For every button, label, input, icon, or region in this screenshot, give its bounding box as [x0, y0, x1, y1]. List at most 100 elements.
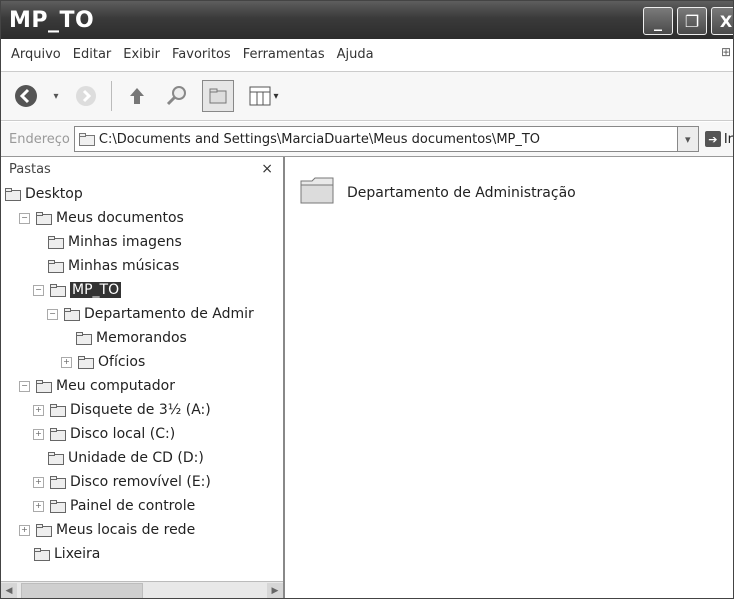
chevron-right-icon: ▶ [271, 586, 279, 596]
close-pane-icon[interactable]: × [261, 161, 273, 177]
cd-drive-icon [48, 452, 64, 465]
folder-icon [50, 284, 66, 297]
desktop-icon [5, 188, 21, 201]
address-input[interactable]: C:\Documents and Settings\MarciaDuarte\M… [73, 126, 678, 152]
tree-item[interactable]: + Meus locais de rede [19, 519, 195, 541]
expand-icon[interactable]: + [61, 356, 72, 368]
scroll-thumb[interactable] [21, 583, 143, 598]
menu-ajuda[interactable]: Ajuda [337, 47, 374, 62]
tree-item-label: Minhas imagens [68, 234, 182, 250]
network-icon [36, 524, 52, 537]
folders-pane-title: Pastas [9, 161, 51, 177]
menu-arquivo[interactable]: Arquivo [11, 47, 61, 62]
collapse-icon[interactable]: − [33, 284, 44, 296]
window-title: MP_TO [9, 7, 95, 33]
maximize-button[interactable]: ❐ [677, 7, 707, 35]
drive-icon [50, 428, 66, 441]
toolbar: ▾ ▾ [1, 71, 733, 121]
views-grid-icon [249, 86, 271, 106]
tree-item-label: Disquete de 3½ (A:) [70, 402, 211, 418]
tree-item-label: Disco local (C:) [70, 426, 176, 442]
tree-item[interactable]: Unidade de CD (D:) [33, 447, 204, 469]
search-icon [166, 86, 186, 106]
tree-item[interactable]: Lixeira [19, 543, 100, 565]
go-label: Ir [723, 131, 733, 147]
menu-bar: Arquivo Editar Exibir Favoritos Ferramen… [1, 41, 733, 67]
tree-item[interactable]: − Meu computador [19, 375, 175, 397]
collapse-icon[interactable]: − [19, 212, 30, 224]
go-button[interactable]: ➔ Ir [704, 131, 733, 147]
tree-item[interactable]: + Ofícios [61, 351, 145, 373]
tree-item-label: Lixeira [54, 546, 101, 562]
back-dropdown[interactable]: ▾ [51, 81, 61, 111]
back-arrow-icon [15, 85, 37, 107]
expand-icon[interactable]: + [33, 476, 44, 488]
scroll-right-button[interactable]: ▶ [267, 583, 283, 598]
tree-item-label: Meus locais de rede [56, 522, 196, 538]
expand-icon[interactable]: + [19, 524, 30, 536]
expand-icon[interactable]: + [33, 404, 44, 416]
close-button[interactable]: X [711, 7, 733, 35]
tree-item-label: Meu computador [56, 378, 175, 394]
collapse-icon[interactable]: − [47, 308, 58, 320]
explorer-window: MP_TO _ ❐ X Arquivo Editar Exibir Favori… [0, 0, 734, 599]
tree-item-label: Departamento de Admir [84, 306, 254, 322]
folders-icon [209, 88, 227, 104]
tree-item[interactable]: Minhas músicas [33, 255, 179, 277]
tree-item-label: Painel de controle [70, 498, 196, 514]
tree-item-label: Disco removível (E:) [70, 474, 211, 490]
address-dropdown-button[interactable]: ▾ [677, 126, 699, 152]
tree-item[interactable]: Memorandos [61, 327, 187, 349]
folder-item[interactable]: Departamento de Administração [299, 175, 576, 205]
tree-item[interactable]: Minhas imagens [33, 231, 182, 253]
floppy-icon [50, 404, 66, 417]
menu-favoritos[interactable]: Favoritos [172, 47, 231, 62]
tree-item[interactable]: + Disco removível (E:) [33, 471, 211, 493]
folder-icon [78, 356, 94, 369]
folder-icon [300, 177, 334, 204]
folder-icon [78, 132, 95, 146]
folder-icon [64, 308, 80, 321]
tree-item[interactable]: − MP_TO [33, 279, 122, 301]
tree-item[interactable]: + Disco local (C:) [33, 423, 175, 445]
folders-pane-header: Pastas × [1, 157, 283, 181]
expand-icon[interactable]: + [33, 500, 44, 512]
tree-item[interactable]: − Departamento de Admir [47, 303, 254, 325]
folder-icon [36, 212, 52, 225]
tree-item-label: Memorandos [96, 330, 187, 346]
folder-item-label: Departamento de Administração [347, 185, 576, 201]
address-value: C:\Documents and Settings\MarciaDuarte\M… [98, 131, 541, 147]
tree-item[interactable]: Desktop [5, 183, 83, 205]
folders-button[interactable] [202, 80, 234, 112]
scroll-left-button[interactable]: ◀ [1, 583, 17, 598]
menu-editar[interactable]: Editar [73, 47, 112, 62]
collapse-icon[interactable]: − [19, 380, 30, 392]
menu-exibir[interactable]: Exibir [123, 47, 160, 62]
chevron-down-icon: ▾ [685, 132, 691, 146]
folder-icon [76, 332, 92, 345]
recycle-bin-icon [34, 548, 50, 561]
tree-item-label: Unidade de CD (D:) [68, 450, 204, 466]
search-button[interactable] [162, 81, 192, 111]
tree-item-label: Ofícios [98, 354, 146, 370]
forward-button[interactable] [71, 81, 101, 111]
horizontal-scrollbar[interactable]: ◀ ▶ [1, 581, 283, 598]
minimize-button[interactable]: _ [643, 7, 673, 35]
music-folder-icon [48, 260, 64, 273]
tree-item[interactable]: − Meus documentos [19, 207, 184, 229]
menu-ferramentas[interactable]: Ferramentas [243, 47, 325, 62]
title-bar[interactable]: MP_TO _ ❐ X [1, 1, 733, 39]
images-folder-icon [48, 236, 64, 249]
address-bar: Endereço C:\Documents and Settings\Marci… [1, 122, 733, 157]
back-button[interactable] [11, 81, 41, 111]
up-folder-button[interactable] [122, 81, 152, 111]
control-panel-icon [50, 500, 66, 513]
forward-arrow-icon [76, 86, 96, 106]
expand-icon[interactable]: + [33, 428, 44, 440]
views-button[interactable]: ▾ [244, 81, 284, 111]
tree-item[interactable]: + Painel de controle [33, 495, 195, 517]
content-pane: Departamento de Administração [287, 157, 733, 598]
tree-item-label: Meus documentos [56, 210, 184, 226]
tree-item-label: Desktop [25, 186, 83, 202]
tree-item[interactable]: + Disquete de 3½ (A:) [33, 399, 211, 421]
